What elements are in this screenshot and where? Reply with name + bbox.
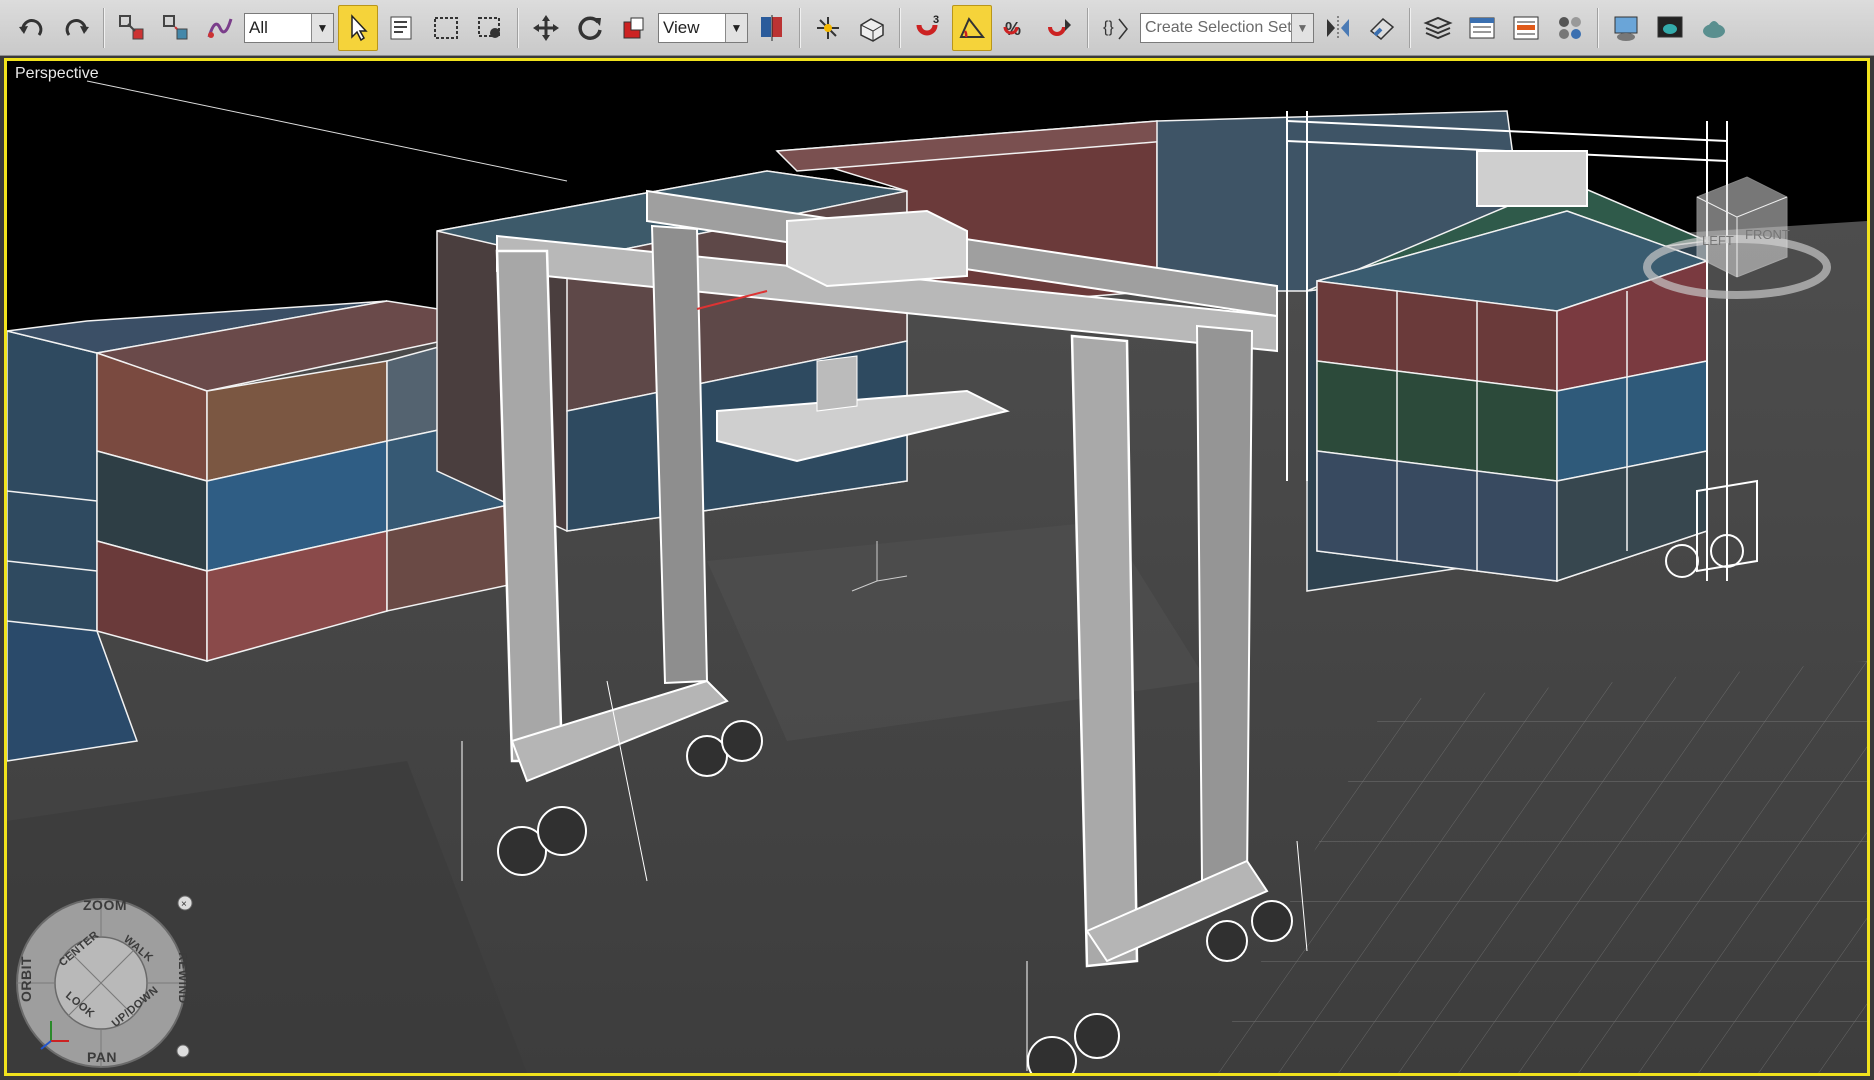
- select-and-link-button[interactable]: [112, 5, 152, 51]
- spinner-snap-icon: [1048, 18, 1071, 36]
- toolbar-separator: [1087, 7, 1089, 48]
- select-and-scale-button[interactable]: [614, 5, 654, 51]
- undo-button[interactable]: [12, 5, 52, 51]
- angle-snap-button[interactable]: [952, 4, 992, 51]
- main-toolbar: All ▼ View ▼ 3 % {} Create Selection Set…: [0, 0, 1874, 56]
- toolbar-separator: [899, 7, 901, 48]
- schematic-view-icon: [1559, 16, 1581, 39]
- mirror-button[interactable]: [1318, 5, 1358, 51]
- reference-coordinate-value: View: [663, 17, 700, 37]
- snaps-toggle-icon: 3: [916, 14, 939, 35]
- chevron-down-icon: ▼: [311, 13, 333, 42]
- redo-button[interactable]: [56, 5, 96, 51]
- viewcube-icon: LEFT FRONT: [1643, 176, 1831, 299]
- reference-coordinate-dropdown[interactable]: View ▼: [658, 12, 748, 43]
- select-and-rotate-button[interactable]: [570, 5, 610, 51]
- chevron-down-icon: ▼: [725, 13, 747, 42]
- render-production-button[interactable]: [1694, 5, 1734, 51]
- select-and-link-icon: [119, 14, 144, 39]
- rendered-frame-window-icon: [1657, 16, 1683, 37]
- toolbar-separator: [1597, 7, 1599, 48]
- percent-snap-icon: %: [1003, 19, 1021, 39]
- select-and-move-icon: [533, 14, 559, 41]
- mirror-icon: [1327, 15, 1349, 40]
- svg-text:×: ×: [181, 899, 187, 910]
- edit-named-selection-button[interactable]: {}: [1096, 5, 1136, 51]
- snaps-toggle-button[interactable]: 3: [908, 5, 948, 51]
- material-editor-icon: [1614, 16, 1638, 41]
- select-and-rotate-icon: [578, 16, 602, 40]
- select-object-icon: [351, 13, 368, 41]
- toolbar-separator: [517, 7, 519, 48]
- select-and-move-button[interactable]: [526, 5, 566, 51]
- graphite-modeling-tools-button[interactable]: [1462, 5, 1502, 51]
- select-object-button[interactable]: [338, 4, 378, 51]
- select-and-manipulate-button[interactable]: [808, 5, 848, 51]
- selection-filter-dropdown[interactable]: All ▼: [244, 12, 334, 43]
- chevron-down-icon: ▼: [1291, 13, 1313, 42]
- material-editor-button[interactable]: [1606, 5, 1646, 51]
- wheel-zoom-label[interactable]: ZOOM: [83, 897, 127, 913]
- viewcube-left-label: LEFT: [1702, 233, 1734, 248]
- curve-editor-icon: [1513, 16, 1539, 39]
- snap-count-label: 3: [933, 14, 939, 26]
- selection-filter-value: All: [249, 17, 268, 37]
- svg-text:{}: {}: [1103, 19, 1114, 36]
- unlink-selection-icon: [163, 14, 188, 39]
- perspective-viewport[interactable]: Perspective LEFT FRONT × ZOOM PAN ORBIT …: [4, 58, 1870, 1076]
- toolbar-separator: [103, 7, 105, 48]
- align-icon: [1369, 17, 1395, 40]
- percent-snap-button[interactable]: %: [996, 5, 1036, 51]
- select-and-manipulate-icon: [817, 16, 839, 39]
- layer-manager-button[interactable]: [1418, 5, 1458, 51]
- align-button[interactable]: [1362, 5, 1402, 51]
- steering-wheel-icon: ×: [16, 895, 193, 1068]
- bind-to-space-warp-button[interactable]: [200, 5, 240, 51]
- keyboard-shortcut-override-button[interactable]: [852, 5, 892, 51]
- viewcube-front-label: FRONT: [1745, 227, 1790, 242]
- select-by-name-icon: [390, 16, 412, 39]
- curve-editor-button[interactable]: [1506, 5, 1546, 51]
- viewcube[interactable]: LEFT FRONT: [1637, 157, 1837, 307]
- use-pivot-center-button[interactable]: [752, 5, 792, 51]
- spinner-snap-button[interactable]: [1040, 5, 1080, 51]
- steering-wheel[interactable]: × ZOOM PAN ORBIT REWIND CENTER WALK LOOK…: [11, 891, 195, 1069]
- select-by-name-button[interactable]: [382, 5, 422, 51]
- wheel-pan-label[interactable]: PAN: [87, 1049, 117, 1065]
- rectangular-selection-region-button[interactable]: [426, 5, 466, 51]
- bind-to-space-warp-icon: [207, 18, 233, 38]
- toolbar-separator: [1409, 7, 1411, 48]
- layer-manager-icon: [1423, 16, 1453, 39]
- window-crossing-button[interactable]: [470, 5, 510, 51]
- rectangular-selection-region-icon: [434, 16, 458, 39]
- select-and-scale-icon: [623, 17, 644, 38]
- keyboard-shortcut-override-icon: [860, 17, 884, 42]
- window-crossing-icon: [478, 16, 500, 38]
- unlink-selection-button[interactable]: [156, 5, 196, 51]
- wheel-rewind-label[interactable]: REWIND: [176, 952, 190, 1004]
- named-selection-placeholder: Create Selection Set: [1145, 18, 1292, 36]
- schematic-view-button[interactable]: [1550, 5, 1590, 51]
- render-production-icon: [1703, 20, 1725, 38]
- edit-named-selection-icon: {}: [1103, 18, 1128, 39]
- undo-icon: [19, 18, 43, 36]
- svg-text:%: %: [1005, 19, 1021, 39]
- angle-snap-icon: [959, 16, 986, 38]
- wheel-orbit-label[interactable]: ORBIT: [18, 956, 34, 1002]
- redo-icon: [65, 18, 89, 36]
- rendered-frame-window-button[interactable]: [1650, 5, 1690, 51]
- viewport-label[interactable]: Perspective: [15, 65, 99, 83]
- graphite-modeling-tools-icon: [1469, 17, 1495, 38]
- scene-render: [7, 61, 1867, 1073]
- toolbar-separator: [799, 7, 801, 48]
- named-selection-dropdown[interactable]: Create Selection Set ▼: [1140, 12, 1314, 43]
- use-pivot-center-icon: [761, 14, 782, 41]
